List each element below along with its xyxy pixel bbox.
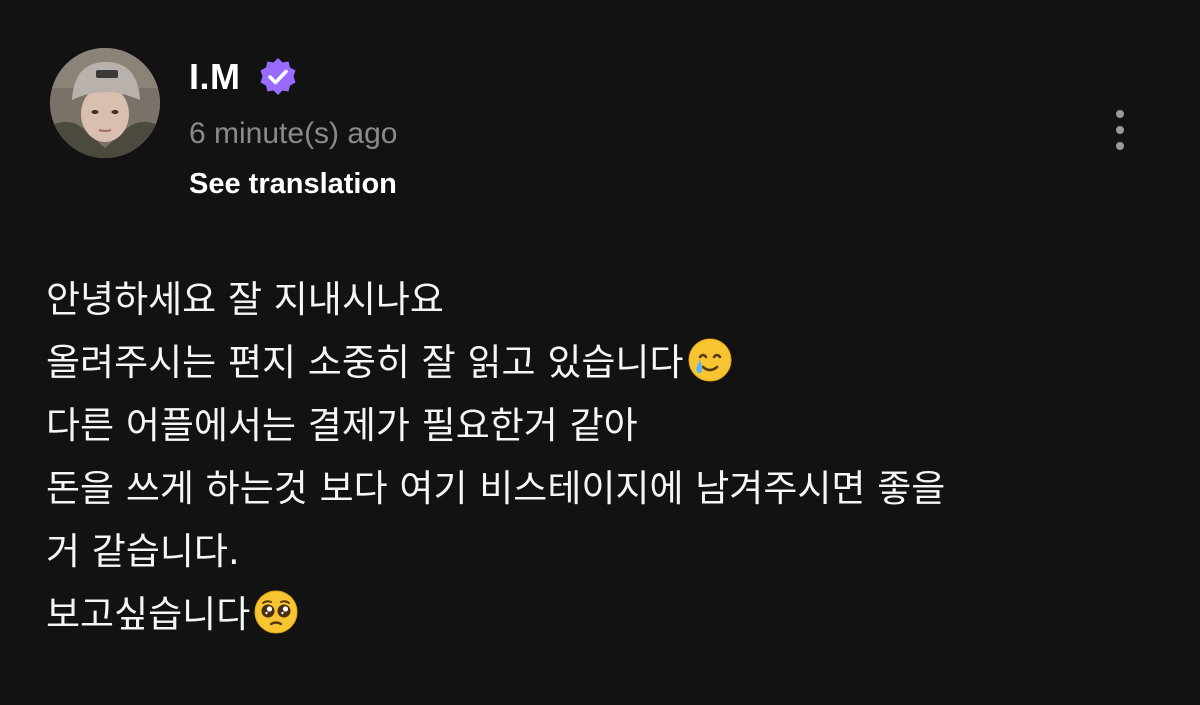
post-line-text: 다른 어플에서는 결제가 필요한거 같아	[46, 404, 638, 447]
more-vertical-icon	[1116, 126, 1124, 134]
pleading-face-emoji-icon	[252, 588, 300, 636]
post-line: 안녕하세요 잘 지내시나요	[46, 268, 1166, 331]
author-avatar[interactable]	[50, 48, 160, 158]
post-line-text: 보고싶습니다	[46, 593, 251, 636]
post-line: 거 같습니다.	[46, 520, 1166, 583]
see-translation-link[interactable]: See translation	[189, 168, 397, 201]
post-line: 다른 어플에서는 결제가 필요한거 같아	[46, 394, 1166, 457]
post-line: 올려주시는 편지 소중히 잘 읽고 있습니다	[46, 331, 1166, 394]
more-options-button[interactable]	[1104, 100, 1136, 160]
post-line-text: 안녕하세요 잘 지내시나요	[46, 278, 444, 321]
verified-badge-icon	[257, 56, 299, 98]
post-line: 보고싶습니다	[46, 583, 1166, 646]
smiling-face-with-tear-emoji-icon	[686, 336, 734, 384]
author-header: I.M	[189, 52, 299, 102]
post-line: 돈을 쓰게 하는것 보다 여기 비스테이지에 남겨주시면 좋을	[46, 457, 1166, 520]
post-line-text: 거 같습니다.	[46, 530, 240, 573]
more-vertical-icon	[1116, 110, 1124, 118]
post-timestamp: 6 minute(s) ago	[189, 117, 398, 150]
post-card: I.M 6 minute(s) ago See translation 안녕하세…	[0, 0, 1200, 705]
author-name[interactable]: I.M	[189, 56, 241, 98]
post-line-text: 올려주시는 편지 소중히 잘 읽고 있습니다	[46, 341, 684, 384]
post-body: 안녕하세요 잘 지내시나요 올려주시는 편지 소중히 잘 읽고 있습니다 다른 …	[46, 268, 1166, 646]
more-vertical-icon	[1116, 142, 1124, 150]
avatar-photo-icon	[50, 48, 160, 158]
post-line-text: 돈을 쓰게 하는것 보다 여기 비스테이지에 남겨주시면 좋을	[46, 467, 946, 510]
